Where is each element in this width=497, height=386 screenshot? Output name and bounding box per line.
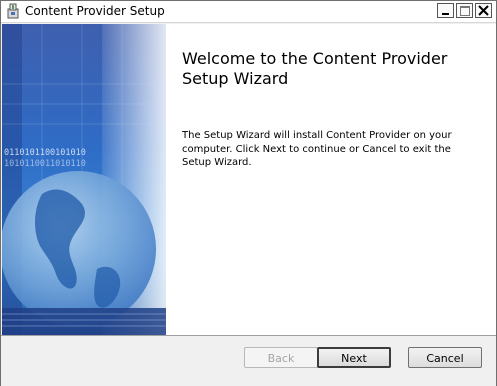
button-bar: Back Next Cancel <box>1 335 496 386</box>
close-icon <box>478 5 489 16</box>
next-button[interactable]: Next <box>317 347 391 368</box>
installer-icon <box>7 3 19 19</box>
close-button[interactable] <box>475 3 492 18</box>
wizard-banner: 0110101100101010 1010110011010110 <box>2 24 166 335</box>
back-button[interactable]: Back <box>244 347 318 368</box>
minimize-button[interactable] <box>437 3 454 18</box>
cancel-button[interactable]: Cancel <box>408 347 482 368</box>
binary-text-2: 1010110011010110 <box>4 159 86 169</box>
globe-illustration: 0110101100101010 1010110011010110 <box>2 24 166 335</box>
description-text: The Setup Wizard will install Content Pr… <box>182 130 452 168</box>
page-title: Welcome to the Content Provider Setup Wi… <box>182 49 448 88</box>
maximize-button[interactable] <box>456 3 473 18</box>
title-bar[interactable]: Content Provider Setup <box>1 1 496 23</box>
window-title: Content Provider Setup <box>25 4 165 18</box>
binary-text-1: 0110101100101010 <box>4 148 86 158</box>
wizard-content: Welcome to the Content Provider Setup Wi… <box>166 24 496 335</box>
setup-window: Content Provider Setup 0110101100101010 … <box>0 0 497 386</box>
